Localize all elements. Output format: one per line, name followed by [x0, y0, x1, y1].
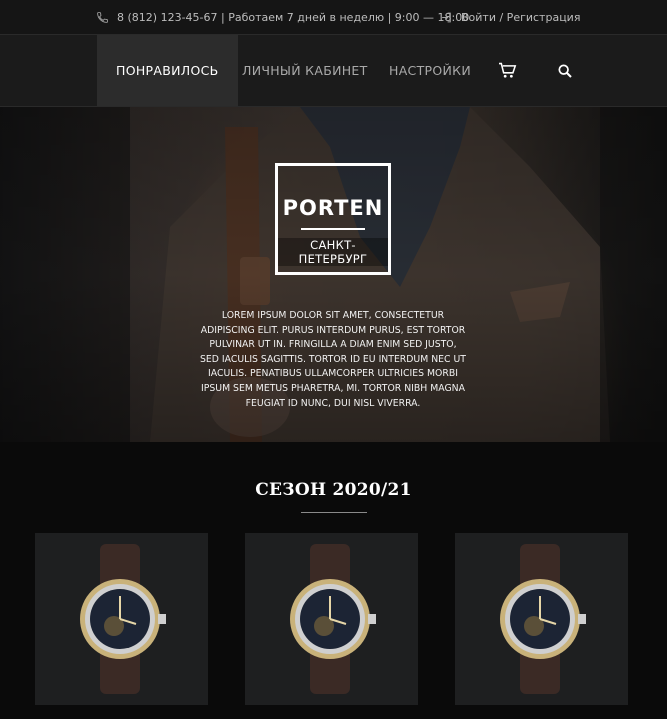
brand-name: PORTEN	[282, 196, 384, 220]
nav-item-settings[interactable]: НАСТРОЙКИ	[389, 35, 471, 106]
contact-info: 8 (812) 123-45-67 | Работаем 7 дней в не…	[96, 0, 469, 34]
search-icon	[558, 63, 572, 78]
logo-divider	[301, 228, 365, 230]
product-grid	[0, 533, 667, 713]
watch-image	[289, 544, 376, 694]
product-card[interactable]	[35, 533, 208, 705]
hero-banner: PORTEN САНКТ-ПЕТЕРБУРГ LOREM IPSUM DOLOR…	[0, 107, 667, 442]
top-bar: 8 (812) 123-45-67 | Работаем 7 дней в не…	[0, 0, 667, 34]
search-button[interactable]	[557, 35, 573, 106]
city-label: САНКТ-ПЕТЕРБУРГ	[278, 238, 388, 266]
nav-item-account[interactable]: ЛИЧНЫЙ КАБИНЕТ	[242, 35, 368, 106]
auth-link[interactable]: Войти / Регистрация	[440, 0, 580, 34]
season-divider	[300, 512, 367, 513]
brand-logo: PORTEN САНКТ-ПЕТЕРБУРГ	[275, 163, 391, 275]
login-icon	[442, 12, 451, 22]
hero-description: LOREM IPSUM DOLOR SIT AMET, CONSECTETUR …	[200, 310, 466, 409]
cart-button[interactable]	[498, 35, 517, 106]
contact-text: 8 (812) 123-45-67 | Работаем 7 дней в не…	[117, 10, 470, 24]
watch-image	[499, 544, 586, 694]
auth-text[interactable]: Войти / Регистрация	[461, 11, 580, 24]
product-card[interactable]	[455, 533, 628, 705]
phone-icon	[97, 11, 108, 23]
nav-item-label: НАСТРОЙКИ	[389, 63, 471, 78]
nav-item-label: ПОНРАВИЛОСЬ	[116, 63, 219, 78]
nav-item-liked[interactable]: ПОНРАВИЛОСЬ	[97, 35, 238, 106]
product-card[interactable]	[245, 533, 418, 705]
watch-image	[79, 544, 166, 694]
main-nav: ПОНРАВИЛОСЬ ЛИЧНЫЙ КАБИНЕТ НАСТРОЙКИ	[0, 34, 667, 107]
cart-icon	[499, 62, 517, 78]
nav-item-label: ЛИЧНЫЙ КАБИНЕТ	[242, 63, 368, 78]
season-heading: СЕЗОН 2020/21	[255, 480, 412, 500]
